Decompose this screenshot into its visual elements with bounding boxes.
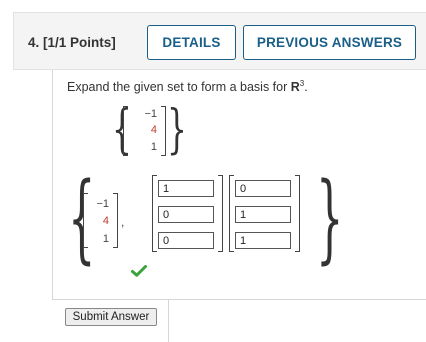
question-number: 4. [1/1 Points] [28,35,116,50]
vector3-input-1[interactable] [235,180,291,197]
vector2-input-2[interactable] [158,206,214,223]
vector1-entry: −1 [96,198,109,210]
vector2-right-bracket [218,175,223,252]
prompt-text: Expand the given set to form a basis for [67,80,291,94]
vector2-input-3[interactable] [158,232,214,249]
previous-answers-button[interactable]: PREVIOUS ANSWERS [243,25,416,60]
answer-set-right-brace: } [316,162,344,274]
given-set-right-brace: } [167,100,187,160]
prompt-space: R [290,80,300,94]
vector3-input-2[interactable] [235,206,291,223]
vector1-right-bracket [113,193,118,248]
given-vector-entry: −1 [144,108,157,120]
given-vector-left-bracket [123,106,128,156]
question-prompt: Expand the given set to form a basis for… [67,79,308,94]
submit-answer-button[interactable]: Submit Answer [65,308,157,326]
given-vector-entry: 1 [150,141,157,153]
details-button[interactable]: DETAILS [147,25,236,60]
vector2-left-bracket [152,175,157,252]
vector2-input-1[interactable] [158,180,214,197]
vector-separator: , [121,215,125,229]
vector1-entry: 1 [102,233,109,245]
vector3-input-3[interactable] [235,232,291,249]
vector3-right-bracket [295,175,300,252]
prompt-period: . [304,80,308,94]
correct-check-icon [131,265,147,277]
vector3-left-bracket [229,175,234,252]
vector1-entry: 4 [102,215,109,227]
question-header: 4. [1/1 Points] DETAILS PREVIOUS ANSWERS [13,12,426,70]
given-vector-entry: 4 [150,124,157,136]
given-vector-right-bracket [161,106,166,156]
